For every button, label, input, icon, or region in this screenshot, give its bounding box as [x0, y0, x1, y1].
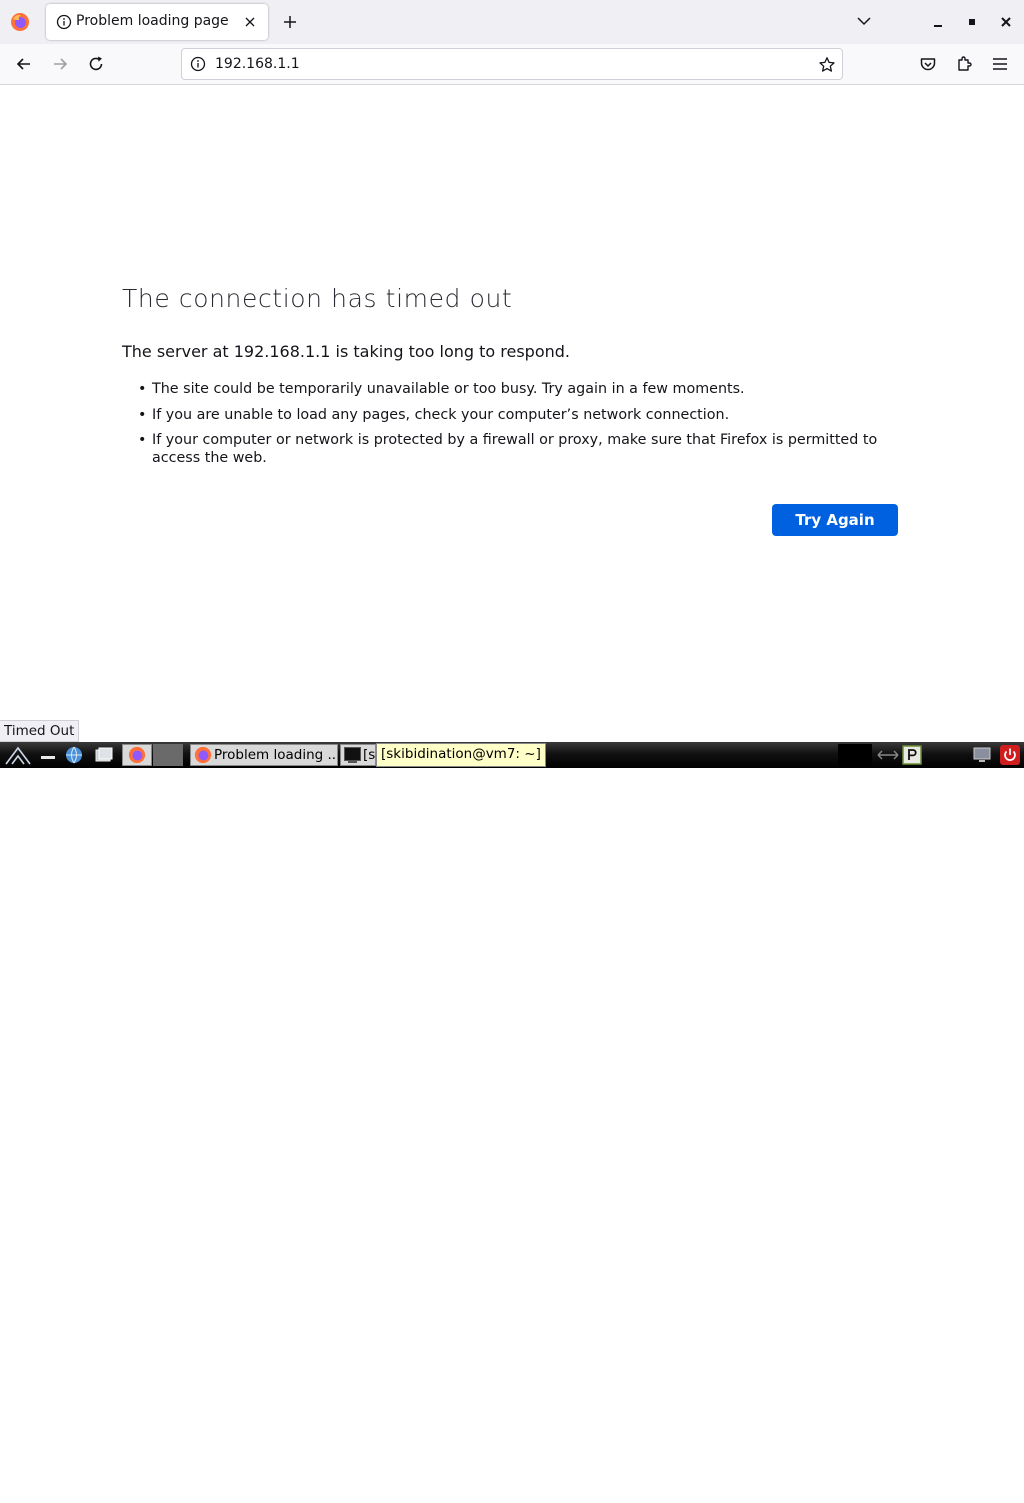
firefox-icon — [128, 746, 146, 764]
navigation-bar: 192.168.1.1 — [0, 44, 1024, 85]
tab-bar: Problem loading page — [0, 0, 1024, 44]
chevron-down-icon[interactable] — [855, 12, 873, 30]
try-again-button[interactable]: Try Again — [772, 504, 898, 536]
star-icon[interactable] — [818, 56, 836, 74]
url-bar[interactable]: 192.168.1.1 — [181, 48, 843, 80]
close-window-icon[interactable] — [996, 12, 1016, 32]
minimize-icon[interactable] — [928, 12, 948, 32]
maximize-icon[interactable] — [962, 12, 982, 32]
list-item: The site could be temporarily unavailabl… — [135, 380, 905, 398]
list-item: If you are unable to load any pages, che… — [135, 406, 905, 424]
browser-globe-icon[interactable] — [64, 745, 84, 765]
tab-problem-loading[interactable]: Problem loading page — [46, 4, 268, 40]
files-icon[interactable] — [94, 745, 114, 765]
url-text[interactable]: 192.168.1.1 — [215, 56, 300, 72]
forward-arrow-icon — [54, 58, 68, 70]
info-icon — [56, 14, 72, 30]
taskbar-task-label: Problem loading ... — [214, 747, 338, 763]
taskbar-task-label: [s — [363, 747, 376, 763]
power-icon[interactable] — [1000, 745, 1020, 765]
firefox-icon — [194, 746, 212, 764]
plus-icon[interactable] — [280, 12, 300, 32]
taskbar-task-firefox[interactable]: Problem loading ... — [190, 744, 338, 766]
p-icon[interactable] — [902, 745, 922, 765]
status-tooltip: Timed Out — [0, 720, 80, 742]
hamburger-menu-icon[interactable] — [990, 54, 1010, 74]
network-icon[interactable] — [876, 745, 900, 765]
firefox-launcher[interactable] — [122, 744, 152, 766]
pocket-icon[interactable] — [918, 54, 938, 74]
info-icon[interactable] — [190, 56, 206, 72]
error-suggestions: The site could be temporarily unavailabl… — [135, 380, 905, 475]
list-item: If your computer or network is protected… — [135, 431, 905, 467]
tab-title: Problem loading page — [76, 13, 229, 29]
error-description: The server at 192.168.1.1 is taking too … — [122, 342, 570, 361]
start-menu-icon[interactable] — [4, 745, 32, 765]
back-arrow-icon[interactable] — [14, 54, 34, 74]
desktop-icon[interactable] — [38, 745, 58, 765]
reload-icon[interactable] — [86, 54, 106, 74]
display-icon[interactable] — [972, 745, 992, 765]
clock: 00:50 — [930, 1488, 968, 1503]
error-title: The connection has timed out — [122, 284, 513, 313]
extensions-icon[interactable] — [954, 54, 974, 74]
close-icon[interactable] — [242, 14, 258, 30]
terminal-icon — [344, 747, 361, 763]
taskbar-empty-slot[interactable] — [153, 744, 183, 766]
firefox-logo-icon[interactable] — [10, 12, 30, 32]
taskbar-task-terminal[interactable]: [s — [340, 744, 376, 766]
taskbar-black-widget — [838, 744, 872, 766]
taskbar-tooltip: [skibidination@vm7: ~] — [376, 743, 546, 767]
